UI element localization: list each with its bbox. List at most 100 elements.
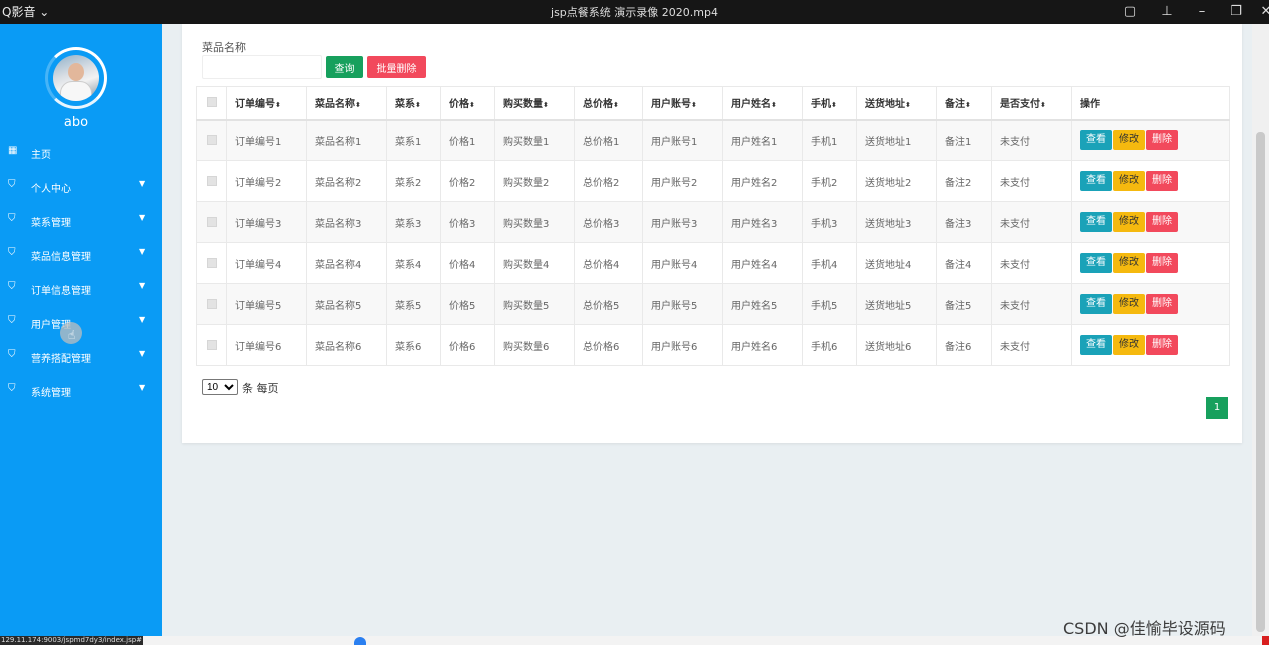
row-actions: 查看 修改 删除	[1071, 324, 1230, 366]
screenshot-icon[interactable]: ▢	[1120, 2, 1140, 22]
edit-button[interactable]: 修改	[1113, 130, 1145, 151]
column-header[interactable]: 价格⬍	[440, 86, 495, 121]
sort-icon[interactable]: ⬍	[543, 101, 549, 109]
pin-icon[interactable]: ⊥	[1157, 2, 1177, 22]
table-cell: 购买数量5	[494, 283, 575, 325]
sort-icon[interactable]: ⬍	[355, 101, 361, 109]
view-button[interactable]: 查看	[1080, 130, 1112, 151]
column-header-label: 总价格	[583, 99, 613, 111]
sort-icon[interactable]: ⬍	[469, 101, 475, 109]
delete-button[interactable]: 删除	[1146, 294, 1178, 314]
column-header[interactable]: 是否支付⬍	[991, 86, 1072, 121]
sort-icon[interactable]: ⬍	[415, 101, 421, 109]
sort-icon[interactable]: ⬍	[275, 101, 281, 109]
column-header[interactable]: 总价格⬍	[574, 86, 643, 121]
table-cell: 菜品名称2	[306, 160, 387, 202]
table-cell: 价格2	[440, 160, 495, 202]
column-header[interactable]: 用户账号⬍	[642, 86, 723, 121]
sort-icon[interactable]: ⬍	[613, 101, 619, 109]
table-cell: 菜系5	[386, 283, 441, 325]
sort-icon[interactable]: ⬍	[831, 101, 837, 109]
sidebar-item[interactable]: ⛉ 订单信息管理 ▼	[0, 270, 162, 304]
row-checkbox[interactable]	[206, 216, 217, 227]
delete-button[interactable]: 删除	[1146, 212, 1178, 232]
sidebar-item[interactable]: ⛉ 营养搭配管理 ▼	[0, 338, 162, 372]
sidebar-item[interactable]: ⛉ 系统管理 ▼	[0, 372, 162, 406]
edit-button[interactable]: 修改	[1113, 253, 1145, 273]
column-header[interactable]: 菜品名称⬍	[306, 86, 387, 121]
sort-icon[interactable]: ⬍	[1040, 101, 1046, 109]
table-cell: 订单编号4	[226, 242, 307, 284]
table-cell: 价格3	[440, 201, 495, 243]
edit-button[interactable]: 修改	[1113, 212, 1145, 232]
column-header[interactable]: 购买数量⬍	[494, 86, 575, 121]
search-label: 菜品名称	[202, 41, 246, 54]
edit-button[interactable]: 修改	[1113, 335, 1145, 355]
view-button[interactable]: 查看	[1080, 294, 1112, 314]
seek-handle[interactable]	[354, 637, 366, 645]
table-cell: 总价格2	[574, 160, 643, 202]
row-checkbox[interactable]	[206, 257, 217, 268]
chevron-down-icon: ▼	[139, 213, 146, 222]
row-checkbox[interactable]	[206, 339, 217, 350]
table-cell: 手机6	[802, 324, 857, 366]
page-1-button[interactable]: 1	[1206, 397, 1228, 419]
page-size-label: 条 每页	[242, 382, 279, 395]
search-input[interactable]	[202, 55, 322, 79]
row-checkbox[interactable]	[206, 298, 217, 309]
shield-icon: ⛉	[8, 247, 16, 258]
view-button[interactable]: 查看	[1080, 253, 1112, 273]
sidebar-item[interactable]: ⛉ 菜品信息管理 ▼	[0, 236, 162, 270]
column-header[interactable]: 送货地址⬍	[856, 86, 937, 121]
table-cell: 用户姓名3	[722, 201, 803, 243]
shield-icon: ⛉	[8, 349, 16, 360]
sort-icon[interactable]: ⬍	[771, 101, 777, 109]
table-cell: 备注5	[936, 283, 992, 325]
batch-delete-button[interactable]: 批量删除	[367, 56, 426, 78]
column-header-label: 是否支付	[1000, 99, 1040, 111]
sidebar-item[interactable]: ▦ 主页	[0, 134, 162, 168]
maximize-icon[interactable]: ❐	[1226, 2, 1246, 22]
edit-button[interactable]: 修改	[1113, 171, 1145, 191]
column-header[interactable]: 订单编号⬍	[226, 86, 307, 121]
table-cell: 订单编号6	[226, 324, 307, 366]
sort-icon[interactable]: ⬍	[965, 101, 971, 109]
avatar[interactable]	[53, 55, 99, 101]
select-all-checkbox[interactable]	[206, 97, 217, 108]
view-button[interactable]: 查看	[1080, 335, 1112, 355]
column-header[interactable]: 菜系⬍	[386, 86, 441, 121]
table-row: 订单编号4 菜品名称4 菜系4 价格4 购买数量4 总价格4 用户账号4 用户姓名4 手机4 送货…	[196, 242, 1230, 284]
sidebar-item-label: 个人中心	[31, 184, 71, 195]
delete-button[interactable]: 删除	[1146, 253, 1178, 273]
query-button[interactable]: 查询	[326, 56, 363, 78]
sidebar-item[interactable]: ⛉ 菜系管理 ▼	[0, 202, 162, 236]
delete-button[interactable]: 删除	[1146, 335, 1178, 355]
minimize-icon[interactable]: –	[1192, 2, 1212, 22]
close-icon[interactable]: ✕	[1256, 2, 1269, 22]
row-checkbox[interactable]	[206, 134, 217, 145]
delete-button[interactable]: 删除	[1146, 130, 1178, 151]
sidebar-item[interactable]: ⛉ 个人中心 ▼	[0, 168, 162, 202]
delete-button[interactable]: 删除	[1146, 171, 1178, 191]
column-header[interactable]: 手机⬍	[802, 86, 857, 121]
table-cell: 价格5	[440, 283, 495, 325]
chevron-down-icon: ▼	[139, 383, 146, 392]
scrollbar-thumb[interactable]	[1256, 132, 1265, 632]
column-header[interactable]: 用户姓名⬍	[722, 86, 803, 121]
sort-icon[interactable]: ⬍	[905, 101, 911, 109]
column-header[interactable]: 备注⬍	[936, 86, 992, 121]
player-indicator	[1262, 636, 1269, 645]
page-scrollbar[interactable]	[1252, 24, 1269, 636]
view-button[interactable]: 查看	[1080, 171, 1112, 191]
page-size-select[interactable]: 10	[202, 379, 238, 395]
row-actions: 查看 修改 删除	[1071, 283, 1230, 325]
sort-icon[interactable]: ⬍	[691, 101, 697, 109]
player-title-bar: Q影音 ⌄ jsp点餐系统 演示录像 2020.mp4 ▢ ⊥ – ❐ ✕	[0, 0, 1269, 24]
column-header-label: 订单编号	[235, 99, 275, 111]
table-cell: 菜品名称1	[306, 119, 387, 161]
table-cell: 手机1	[802, 119, 857, 161]
username: abo	[63, 115, 89, 130]
row-checkbox[interactable]	[206, 175, 217, 186]
edit-button[interactable]: 修改	[1113, 294, 1145, 314]
view-button[interactable]: 查看	[1080, 212, 1112, 232]
